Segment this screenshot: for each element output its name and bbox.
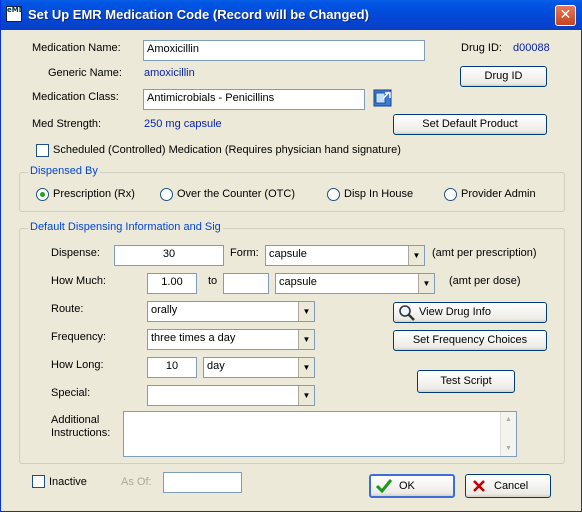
- how-much-from-input[interactable]: 1.00: [147, 273, 197, 294]
- frequency-dropdown[interactable]: three times a day ▼: [147, 329, 315, 350]
- inactive-label: Inactive: [49, 476, 87, 488]
- how-much-to-input[interactable]: [223, 273, 269, 294]
- radio-prescription[interactable]: [36, 188, 49, 201]
- medication-class-label: Medication Class:: [32, 91, 119, 103]
- radio-otc[interactable]: [160, 188, 173, 201]
- ok-label: OK: [399, 480, 415, 492]
- dispensed-by-title: Dispensed By: [28, 165, 100, 177]
- how-much-note: (amt per dose): [449, 275, 521, 287]
- dropdown-arrow-icon[interactable]: ▼: [408, 246, 424, 265]
- as-of-input[interactable]: [163, 472, 242, 493]
- dropdown-arrow-icon[interactable]: ▼: [418, 274, 434, 293]
- view-drug-info-label: View Drug Info: [419, 306, 491, 318]
- additional-label: Additional: [51, 414, 100, 426]
- window-title: Set Up EMR Medication Code (Record will …: [28, 7, 369, 22]
- generic-name-value: amoxicillin: [144, 67, 195, 79]
- instructions-label: Instructions:: [51, 427, 111, 439]
- how-much-unit-dropdown[interactable]: capsule ▼: [275, 273, 435, 294]
- med-strength-value: 250 mg capsule: [144, 118, 222, 130]
- dispense-input[interactable]: 30: [114, 245, 224, 266]
- dropdown-arrow-icon[interactable]: ▼: [298, 302, 314, 321]
- cancel-label: Cancel: [494, 480, 529, 492]
- close-icon: ✕: [559, 7, 572, 23]
- scroll-down-icon[interactable]: ▼: [501, 441, 516, 456]
- magnifier-icon: [399, 305, 415, 321]
- dropdown-arrow-icon[interactable]: ▼: [298, 358, 314, 377]
- drug-id-button[interactable]: Drug ID: [460, 66, 547, 87]
- how-long-label: How Long:: [51, 359, 104, 371]
- drug-id-value: d00088: [513, 42, 550, 54]
- scheduled-checkbox[interactable]: [36, 144, 49, 157]
- medication-class-input[interactable]: Antimicrobials - Penicillins: [143, 89, 365, 110]
- med-strength-label: Med Strength:: [32, 118, 102, 130]
- ok-button[interactable]: OK: [369, 474, 455, 498]
- dispense-label: Dispense:: [51, 247, 100, 259]
- route-dropdown[interactable]: orally ▼: [147, 301, 315, 322]
- route-value: orally: [151, 304, 178, 316]
- cancel-button[interactable]: Cancel: [465, 474, 551, 498]
- set-default-product-button[interactable]: Set Default Product: [393, 114, 547, 135]
- view-drug-info-button[interactable]: View Drug Info: [393, 302, 547, 323]
- radio-provider-admin[interactable]: [444, 188, 457, 201]
- medication-name-input[interactable]: Amoxicillin: [143, 40, 425, 61]
- scroll-up-icon[interactable]: ▲: [501, 412, 516, 427]
- dropdown-arrow-icon[interactable]: ▼: [298, 330, 314, 349]
- test-script-button[interactable]: Test Script: [417, 370, 515, 393]
- scheduled-label: Scheduled (Controlled) Medication (Requi…: [53, 144, 401, 156]
- how-much-label: How Much:: [51, 275, 107, 287]
- radio-disp-in-house[interactable]: [327, 188, 340, 201]
- frequency-value: three times a day: [151, 332, 236, 344]
- checkmark-icon: [375, 479, 393, 494]
- set-frequency-choices-button[interactable]: Set Frequency Choices: [393, 330, 547, 351]
- dialog-window: eMD Set Up EMR Medication Code (Record w…: [0, 0, 582, 512]
- app-icon: eMD: [6, 6, 22, 22]
- dropdown-arrow-icon[interactable]: ▼: [298, 386, 314, 405]
- special-dropdown[interactable]: ▼: [147, 385, 315, 406]
- x-icon: [473, 480, 485, 492]
- as-of-label: As Of:: [121, 476, 152, 488]
- close-button[interactable]: ✕: [555, 5, 576, 26]
- lookup-icon[interactable]: [373, 88, 393, 108]
- radio-otc-label: Over the Counter (OTC): [177, 188, 295, 200]
- medication-name-label: Medication Name:: [32, 42, 121, 54]
- inactive-checkbox[interactable]: [32, 475, 45, 488]
- instructions-scrollbar[interactable]: ▲ ▼: [500, 412, 516, 456]
- radio-disp-in-house-label: Disp In House: [344, 188, 414, 200]
- special-label: Special:: [51, 387, 91, 399]
- radio-provider-admin-label: Provider Admin: [461, 188, 536, 200]
- sig-title: Default Dispensing Information and Sig: [28, 221, 223, 233]
- form-note: (amt per prescription): [432, 247, 537, 259]
- how-long-unit-value: day: [207, 360, 225, 372]
- drug-id-label: Drug ID:: [461, 42, 502, 54]
- frequency-label: Frequency:: [51, 331, 107, 343]
- to-label: to: [208, 275, 218, 287]
- route-label: Route:: [51, 303, 84, 315]
- form-dropdown-value: capsule: [269, 248, 307, 260]
- additional-instructions-textarea[interactable]: ▲ ▼: [123, 411, 517, 457]
- how-long-input[interactable]: 10: [147, 357, 197, 378]
- form-dropdown[interactable]: capsule ▼: [265, 245, 425, 266]
- radio-prescription-label: Prescription (Rx): [53, 188, 135, 200]
- how-long-unit-dropdown[interactable]: day ▼: [203, 357, 315, 378]
- form-label: Form:: [230, 247, 259, 259]
- title-bar[interactable]: eMD Set Up EMR Medication Code (Record w…: [1, 0, 582, 30]
- generic-name-label: Generic Name:: [48, 67, 122, 79]
- how-much-unit-value: capsule: [279, 276, 317, 288]
